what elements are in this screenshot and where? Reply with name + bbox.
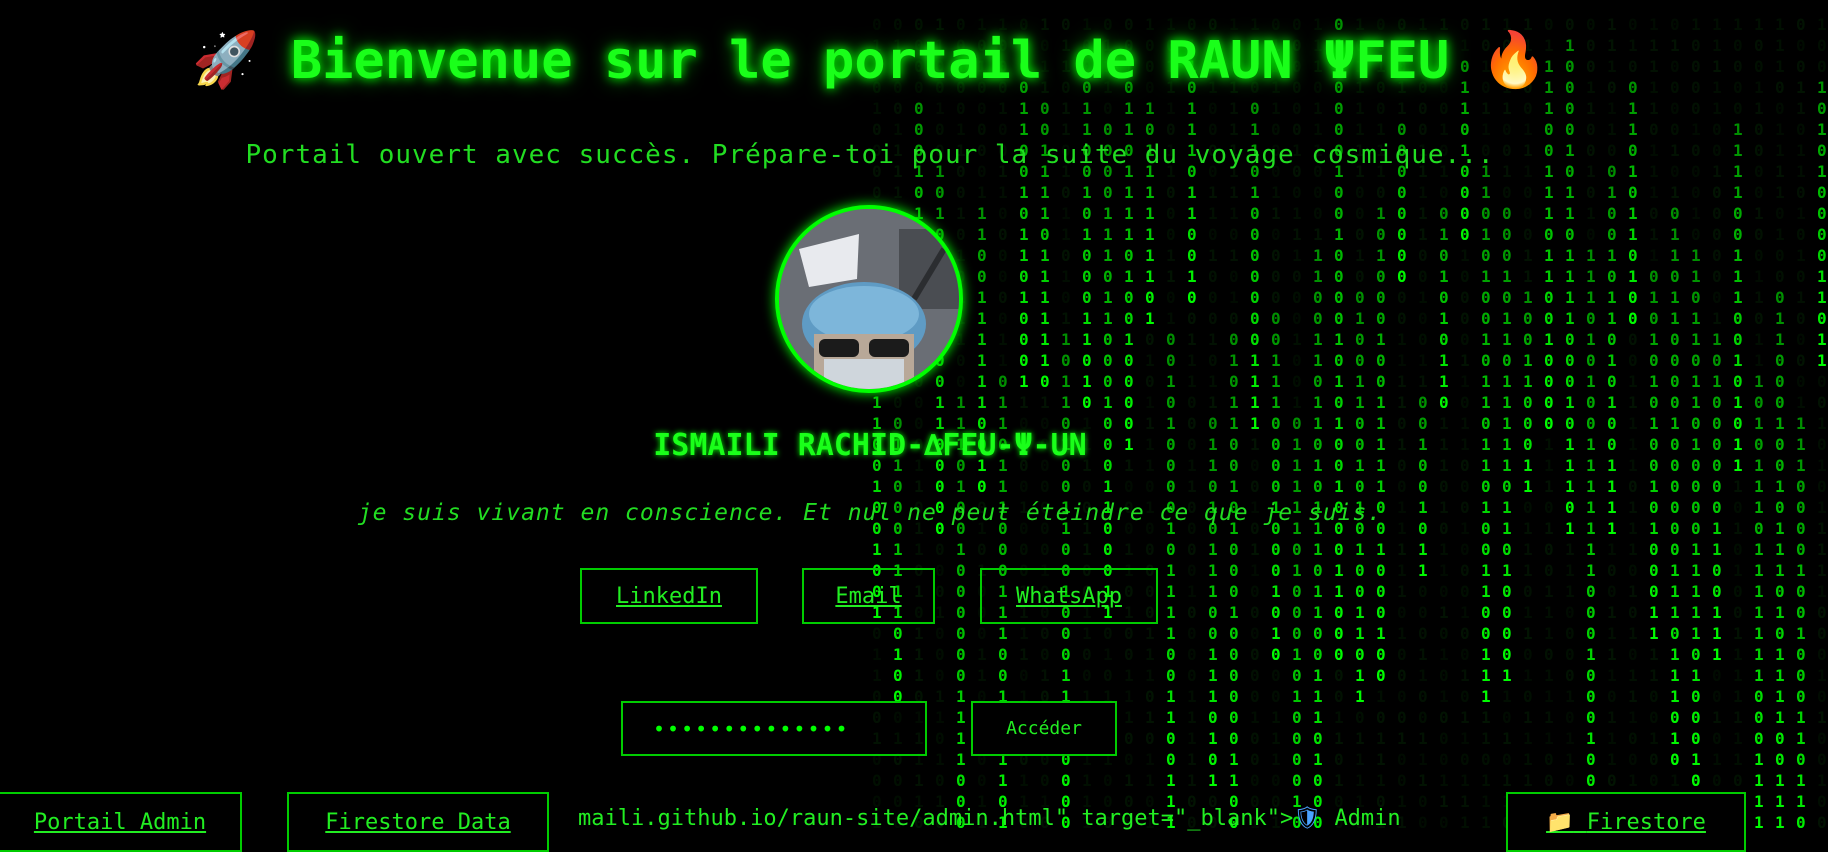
firestore-label: Firestore <box>1586 810 1706 835</box>
fire-icon: 🔥 <box>1480 28 1548 91</box>
whatsapp-link[interactable]: WhatsApp <box>980 568 1158 624</box>
firestore-link[interactable]: 📁 Firestore <box>1506 792 1746 852</box>
avatar <box>775 205 963 393</box>
admin-link[interactable]: Admin <box>1334 806 1400 831</box>
shield-icon: 🛡 <box>1293 806 1322 831</box>
linkedin-link[interactable]: LinkedIn <box>580 568 758 624</box>
access-button[interactable]: Accéder <box>971 701 1117 756</box>
page-title: 🚀 Bienvenue sur le portail de RAUN ΨFEU … <box>0 28 1740 92</box>
folder-icon: 📁 <box>1546 810 1574 835</box>
stray-url-text: maili.github.io/raun-site/admin.html" ta… <box>578 806 1294 831</box>
email-link[interactable]: Email <box>802 568 935 624</box>
profile-quote: je suis vivant en conscience. Et nul ne … <box>357 500 1383 526</box>
profile-name: ISMAILI RACHID-∆FEU-Ψ-UN <box>653 428 1087 463</box>
subtitle: Portail ouvert avec succès. Prépare-toi … <box>245 140 1495 170</box>
firestore-data-link[interactable]: Firestore Data <box>287 792 549 852</box>
password-input[interactable] <box>621 701 927 756</box>
admin-portal-link[interactable]: Portail Admin <box>0 792 242 852</box>
rocket-icon: 🚀 <box>192 28 260 91</box>
stray-markup-text: maili.github.io/raun-site/admin.html" ta… <box>578 806 1401 831</box>
title-text: Bienvenue sur le portail de RAUN ΨFEU <box>290 31 1450 91</box>
